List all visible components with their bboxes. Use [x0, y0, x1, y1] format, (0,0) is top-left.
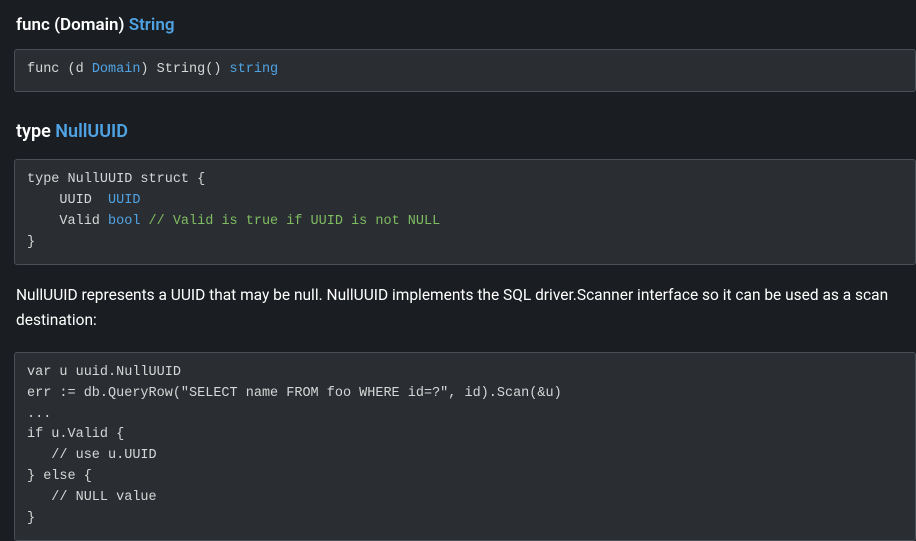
builtin-string[interactable]: string [230, 62, 279, 77]
type-link-uuid[interactable]: UUID [108, 193, 140, 208]
doc-content: func (Domain) String func (d Domain) Str… [0, 0, 916, 541]
code-line: type NullUUID struct { [27, 172, 205, 187]
heading-link[interactable]: String [129, 15, 175, 35]
func-domain-string-signature: func (d Domain) String() string [14, 49, 916, 92]
type-link-domain[interactable]: Domain [92, 62, 141, 77]
builtin-bool[interactable]: bool [108, 214, 140, 229]
code-pad: Valid [27, 214, 108, 229]
code-text: func (d [27, 62, 92, 77]
code-sp [140, 214, 148, 229]
code-text: ) String() [140, 62, 229, 77]
code-comment: // Valid is true if UUID is not NULL [149, 214, 441, 229]
type-nulluuid-declaration: type NullUUID struct { UUID UUID Valid b… [14, 159, 916, 265]
heading-prefix: type [16, 121, 55, 142]
heading-prefix: func (Domain) [16, 15, 129, 35]
code-line: } [27, 235, 35, 250]
heading-link[interactable]: NullUUID [55, 121, 128, 142]
type-nulluuid-heading[interactable]: type NullUUID [14, 118, 916, 147]
code-pad: UUID [27, 193, 108, 208]
type-nulluuid-description: NullUUID represents a UUID that may be n… [14, 283, 916, 334]
func-domain-string-heading[interactable]: func (Domain) String [14, 12, 916, 39]
